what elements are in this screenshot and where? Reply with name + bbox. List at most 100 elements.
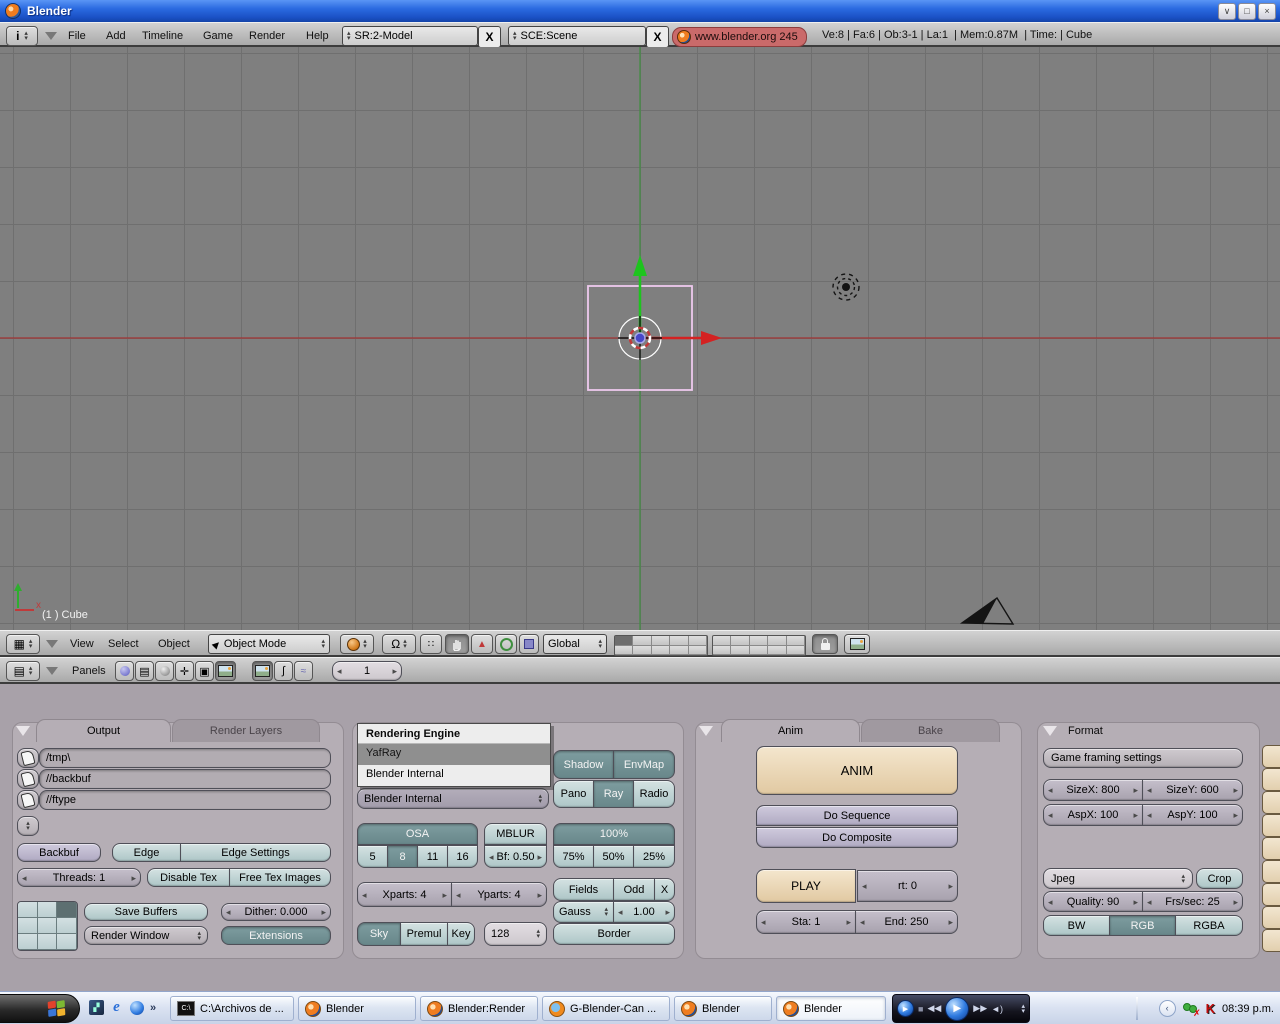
task-item-blender-render[interactable]: Blender:Render [420, 996, 538, 1021]
do-sequence-toggle[interactable]: Do Sequence [756, 805, 958, 826]
filter-size-stepper[interactable]: ◂ 1.00 ▸ [613, 901, 675, 923]
layer-1-active[interactable] [615, 636, 634, 646]
orientation-selector[interactable]: Global ▴ ▾ [543, 634, 607, 654]
free-tex-images-toggle[interactable]: Free Tex Images [229, 868, 331, 887]
bf-stepper[interactable]: ◂ Bf: 0.50 ▸ [484, 845, 547, 868]
render-this-window-button[interactable] [844, 634, 870, 654]
threads-stepper[interactable]: ◂ Threads: 1 ▸ [17, 868, 141, 887]
fps-increment[interactable]: ▸ [1233, 897, 1238, 907]
fields-x-toggle[interactable]: X [654, 878, 675, 901]
cutoff-panel-button[interactable] [1262, 860, 1280, 883]
radio-toggle[interactable]: Radio [633, 780, 675, 808]
version-badge[interactable]: www.blender.org 245 [672, 27, 807, 47]
xparts-stepper[interactable]: ◂ Xparts: 4 ▸ [357, 882, 452, 907]
tab-output[interactable]: Output [36, 719, 171, 742]
manipulator-y-arrowhead[interactable] [633, 255, 647, 276]
pano-toggle[interactable]: Pano [553, 780, 594, 808]
output-panel-collapse-icon[interactable] [16, 726, 30, 736]
sta-increment[interactable]: ▸ [846, 917, 851, 927]
sizey-decrement[interactable]: ◂ [1147, 785, 1152, 795]
menu-file[interactable]: File [68, 26, 86, 46]
pivot-selector[interactable]: Ω ▴ ▾ [382, 634, 416, 654]
lamp-object[interactable] [842, 283, 850, 291]
yparts-increment[interactable]: ▸ [537, 890, 542, 900]
stop-icon[interactable]: ■ [918, 1004, 923, 1014]
draw-mode-selector[interactable]: ▴ ▾ [340, 634, 374, 654]
close-button[interactable]: × [1258, 3, 1276, 20]
render-display-selector[interactable]: Render Window ▴ ▾ [84, 926, 208, 945]
bf-decrement[interactable]: ◂ [489, 852, 494, 862]
mode-selector[interactable]: ▶ Object Mode ▴ ▾ [208, 634, 330, 654]
restore-button[interactable]: □ [1238, 3, 1256, 20]
cutoff-panel-button[interactable] [1262, 929, 1280, 952]
anim-panel-collapse-icon[interactable] [699, 726, 713, 736]
size-25-button[interactable]: 25% [633, 845, 675, 868]
manipulator-toggle[interactable] [445, 634, 469, 654]
manipulator-x-arrowhead[interactable] [701, 331, 722, 345]
subcontext-render-button[interactable] [252, 661, 273, 681]
backbuf-path-icon-button[interactable] [17, 769, 39, 789]
task-item-cmd[interactable]: C:\ C:\Archivos de ... [170, 996, 294, 1021]
menu-view[interactable]: View [70, 634, 94, 654]
context-scene-button[interactable] [215, 661, 236, 681]
end-decrement[interactable]: ◂ [860, 917, 865, 927]
kaspersky-tray-icon[interactable]: K [1206, 1001, 1215, 1016]
bw-toggle[interactable]: BW [1043, 915, 1110, 936]
quicklaunch-app-icon[interactable]: ▞ [88, 999, 105, 1016]
dither-stepper[interactable]: ◂ Dither: 0.000 ▸ [221, 903, 331, 921]
end-increment[interactable]: ▸ [948, 917, 953, 927]
editor-type-button-2[interactable]: ▤ ▴ ▾ [6, 661, 40, 681]
osa-16-button[interactable]: 16 [447, 845, 478, 868]
wmp-stepper-icon[interactable]: ▴ ▾ [1021, 1003, 1025, 1015]
aspx-decrement[interactable]: ◂ [1048, 810, 1053, 820]
tab-anim[interactable]: Anim [721, 719, 860, 742]
hidden-icons-chevron[interactable]: ‹ [1158, 1000, 1176, 1017]
network-users-tray-icon[interactable]: ✗ [1182, 1002, 1201, 1018]
frame-decrement[interactable]: ◂ [337, 666, 342, 676]
output-path-icon-button[interactable] [17, 748, 39, 768]
backbuf-toggle[interactable]: Backbuf [17, 843, 101, 862]
rt-increment[interactable]: ▸ [948, 881, 953, 891]
render-path-field[interactable]: /tmp\ [39, 748, 331, 768]
play-button[interactable]: PLAY [756, 869, 856, 903]
taskbar-clock[interactable]: 08:39 p.m. [1222, 1003, 1274, 1015]
play-button-icon[interactable]: ▶ [945, 996, 970, 1021]
volume-icon[interactable]: ◄) [991, 1004, 1003, 1014]
subcontext-sequencer-button[interactable]: ∫ [274, 661, 293, 681]
threads-increment[interactable]: ▸ [131, 873, 136, 883]
subcontext-anim-button[interactable]: ≈ [294, 661, 313, 681]
sta-decrement[interactable]: ◂ [761, 917, 766, 927]
context-object-button[interactable]: ✛ [175, 661, 194, 681]
context-shading-button[interactable] [155, 661, 174, 681]
frame-increment[interactable]: ▸ [392, 666, 397, 676]
anim-render-button[interactable]: ANIM [756, 746, 958, 795]
file-format-selector[interactable]: Jpeg ▴ ▾ [1043, 868, 1193, 889]
cutoff-panel-button[interactable] [1262, 883, 1280, 906]
backbuf-path-field[interactable]: //backbuf [39, 769, 331, 789]
layer-buttons-group-2[interactable] [712, 635, 806, 656]
tab-bake[interactable]: Bake [861, 719, 1000, 742]
sizex-decrement[interactable]: ◂ [1048, 785, 1053, 795]
quicklaunch-overflow-chevron[interactable]: » [150, 1002, 156, 1014]
scene-link-stepper[interactable]: ▴ ▾ [17, 816, 39, 836]
ray-toggle[interactable]: Ray [593, 780, 634, 808]
next-track-icon[interactable]: ▶▶ [973, 1003, 987, 1014]
sizey-stepper[interactable]: ◂ SizeY: 600 ▸ [1142, 779, 1243, 801]
save-buffers-toggle[interactable]: Save Buffers [84, 903, 208, 921]
format-panel-collapse-icon[interactable] [1043, 726, 1057, 736]
menu-object[interactable]: Object [158, 634, 190, 654]
yparts-decrement[interactable]: ◂ [456, 890, 461, 900]
aspx-stepper[interactable]: ◂ AspX: 100 ▸ [1043, 804, 1143, 826]
rotate-manipulator-toggle[interactable] [495, 634, 517, 654]
yparts-stepper[interactable]: ◂ Yparts: 4 ▸ [451, 882, 547, 907]
menu-render[interactable]: Render [249, 26, 285, 46]
menu-timeline[interactable]: Timeline [142, 26, 183, 46]
aspy-increment[interactable]: ▸ [1233, 810, 1238, 820]
envmap-toggle[interactable]: EnvMap [613, 750, 675, 779]
rgba-toggle[interactable]: RGBA [1175, 915, 1243, 936]
extensions-toggle[interactable]: Extensions [221, 926, 331, 945]
cutoff-panel-button[interactable] [1262, 745, 1280, 768]
window-type-button[interactable]: i ▴ ▾ [6, 26, 38, 46]
rgb-toggle[interactable]: RGB [1109, 915, 1176, 936]
minimize-button[interactable]: ∨ [1218, 3, 1236, 20]
